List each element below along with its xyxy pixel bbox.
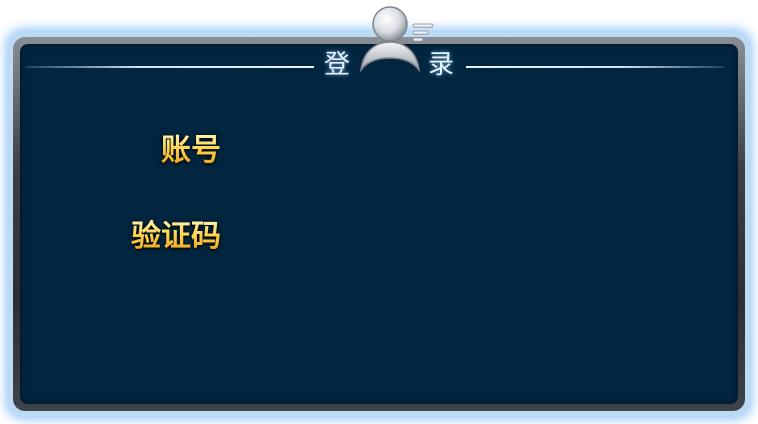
panel-body bbox=[20, 44, 738, 404]
title-divider-left bbox=[26, 66, 314, 68]
login-dialog: 登 录 账号 验证码 bbox=[0, 0, 758, 424]
verification-code-label: 验证码 bbox=[131, 219, 221, 254]
title-divider-right bbox=[466, 66, 724, 68]
account-label: 账号 bbox=[161, 133, 221, 168]
dialog-title-left: 登 bbox=[324, 50, 351, 80]
user-avatar-icon bbox=[359, 6, 434, 73]
